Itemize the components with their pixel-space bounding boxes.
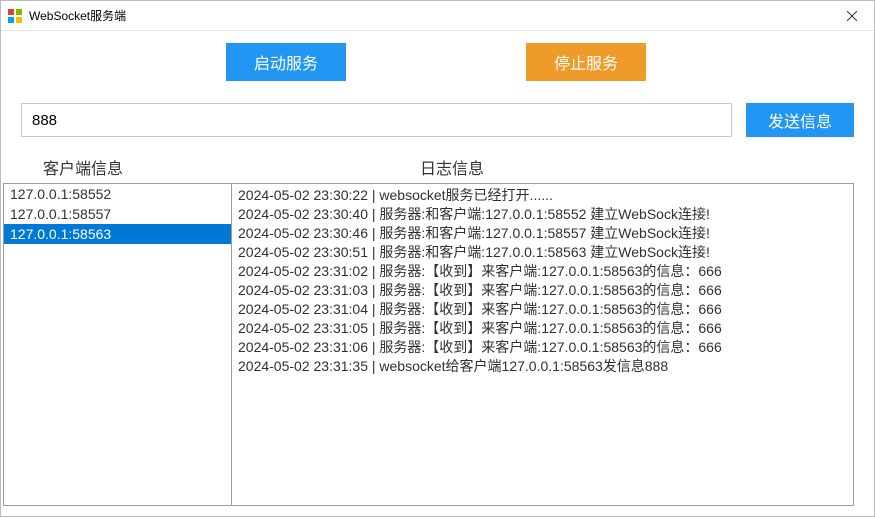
send-row: 发送信息 (21, 103, 854, 137)
app-window: WebSocket服务端 启动服务 停止服务 发送信息 客户端信息 日志信息 1… (0, 0, 875, 517)
log-panel[interactable]: 2024-05-02 23:30:22 | websocket服务已经打开...… (232, 183, 854, 506)
start-service-button[interactable]: 启动服务 (226, 43, 346, 81)
log-line: 2024-05-02 23:31:02 | 服务器:【收到】来客户端:127.0… (238, 262, 847, 281)
log-line: 2024-05-02 23:31:35 | websocket给客户端127.0… (238, 357, 847, 376)
panel-headers: 客户端信息 日志信息 (21, 155, 854, 179)
log-line: 2024-05-02 23:30:46 | 服务器:和客户端:127.0.0.1… (238, 224, 847, 243)
service-buttons-row: 启动服务 停止服务 (21, 43, 854, 81)
close-icon (847, 11, 857, 21)
log-line: 2024-05-02 23:31:06 | 服务器:【收到】来客户端:127.0… (238, 338, 847, 357)
clients-header: 客户端信息 (21, 155, 250, 179)
log-line: 2024-05-02 23:31:05 | 服务器:【收到】来客户端:127.0… (238, 319, 847, 338)
window-title: WebSocket服务端 (29, 7, 126, 24)
log-line: 2024-05-02 23:31:03 | 服务器:【收到】来客户端:127.0… (238, 281, 847, 300)
panels: 127.0.0.1:58552127.0.0.1:58557127.0.0.1:… (21, 183, 854, 506)
app-icon (7, 8, 23, 24)
client-item[interactable]: 127.0.0.1:58557 (4, 204, 231, 224)
titlebar: WebSocket服务端 (1, 1, 874, 31)
logs-header: 日志信息 (250, 155, 854, 179)
client-list[interactable]: 127.0.0.1:58552127.0.0.1:58557127.0.0.1:… (3, 183, 232, 506)
send-button[interactable]: 发送信息 (746, 103, 854, 137)
client-item[interactable]: 127.0.0.1:58552 (4, 184, 231, 204)
log-line: 2024-05-02 23:31:04 | 服务器:【收到】来客户端:127.0… (238, 300, 847, 319)
stop-service-button[interactable]: 停止服务 (526, 43, 646, 81)
log-line: 2024-05-02 23:30:40 | 服务器:和客户端:127.0.0.1… (238, 205, 847, 224)
log-line: 2024-05-02 23:30:51 | 服务器:和客户端:127.0.0.1… (238, 243, 847, 262)
client-item[interactable]: 127.0.0.1:58563 (4, 224, 231, 244)
content-area: 启动服务 停止服务 发送信息 客户端信息 日志信息 127.0.0.1:5855… (1, 31, 874, 516)
log-line: 2024-05-02 23:30:22 | websocket服务已经打开...… (238, 186, 847, 205)
message-input[interactable] (21, 103, 732, 137)
close-button[interactable] (829, 1, 874, 31)
